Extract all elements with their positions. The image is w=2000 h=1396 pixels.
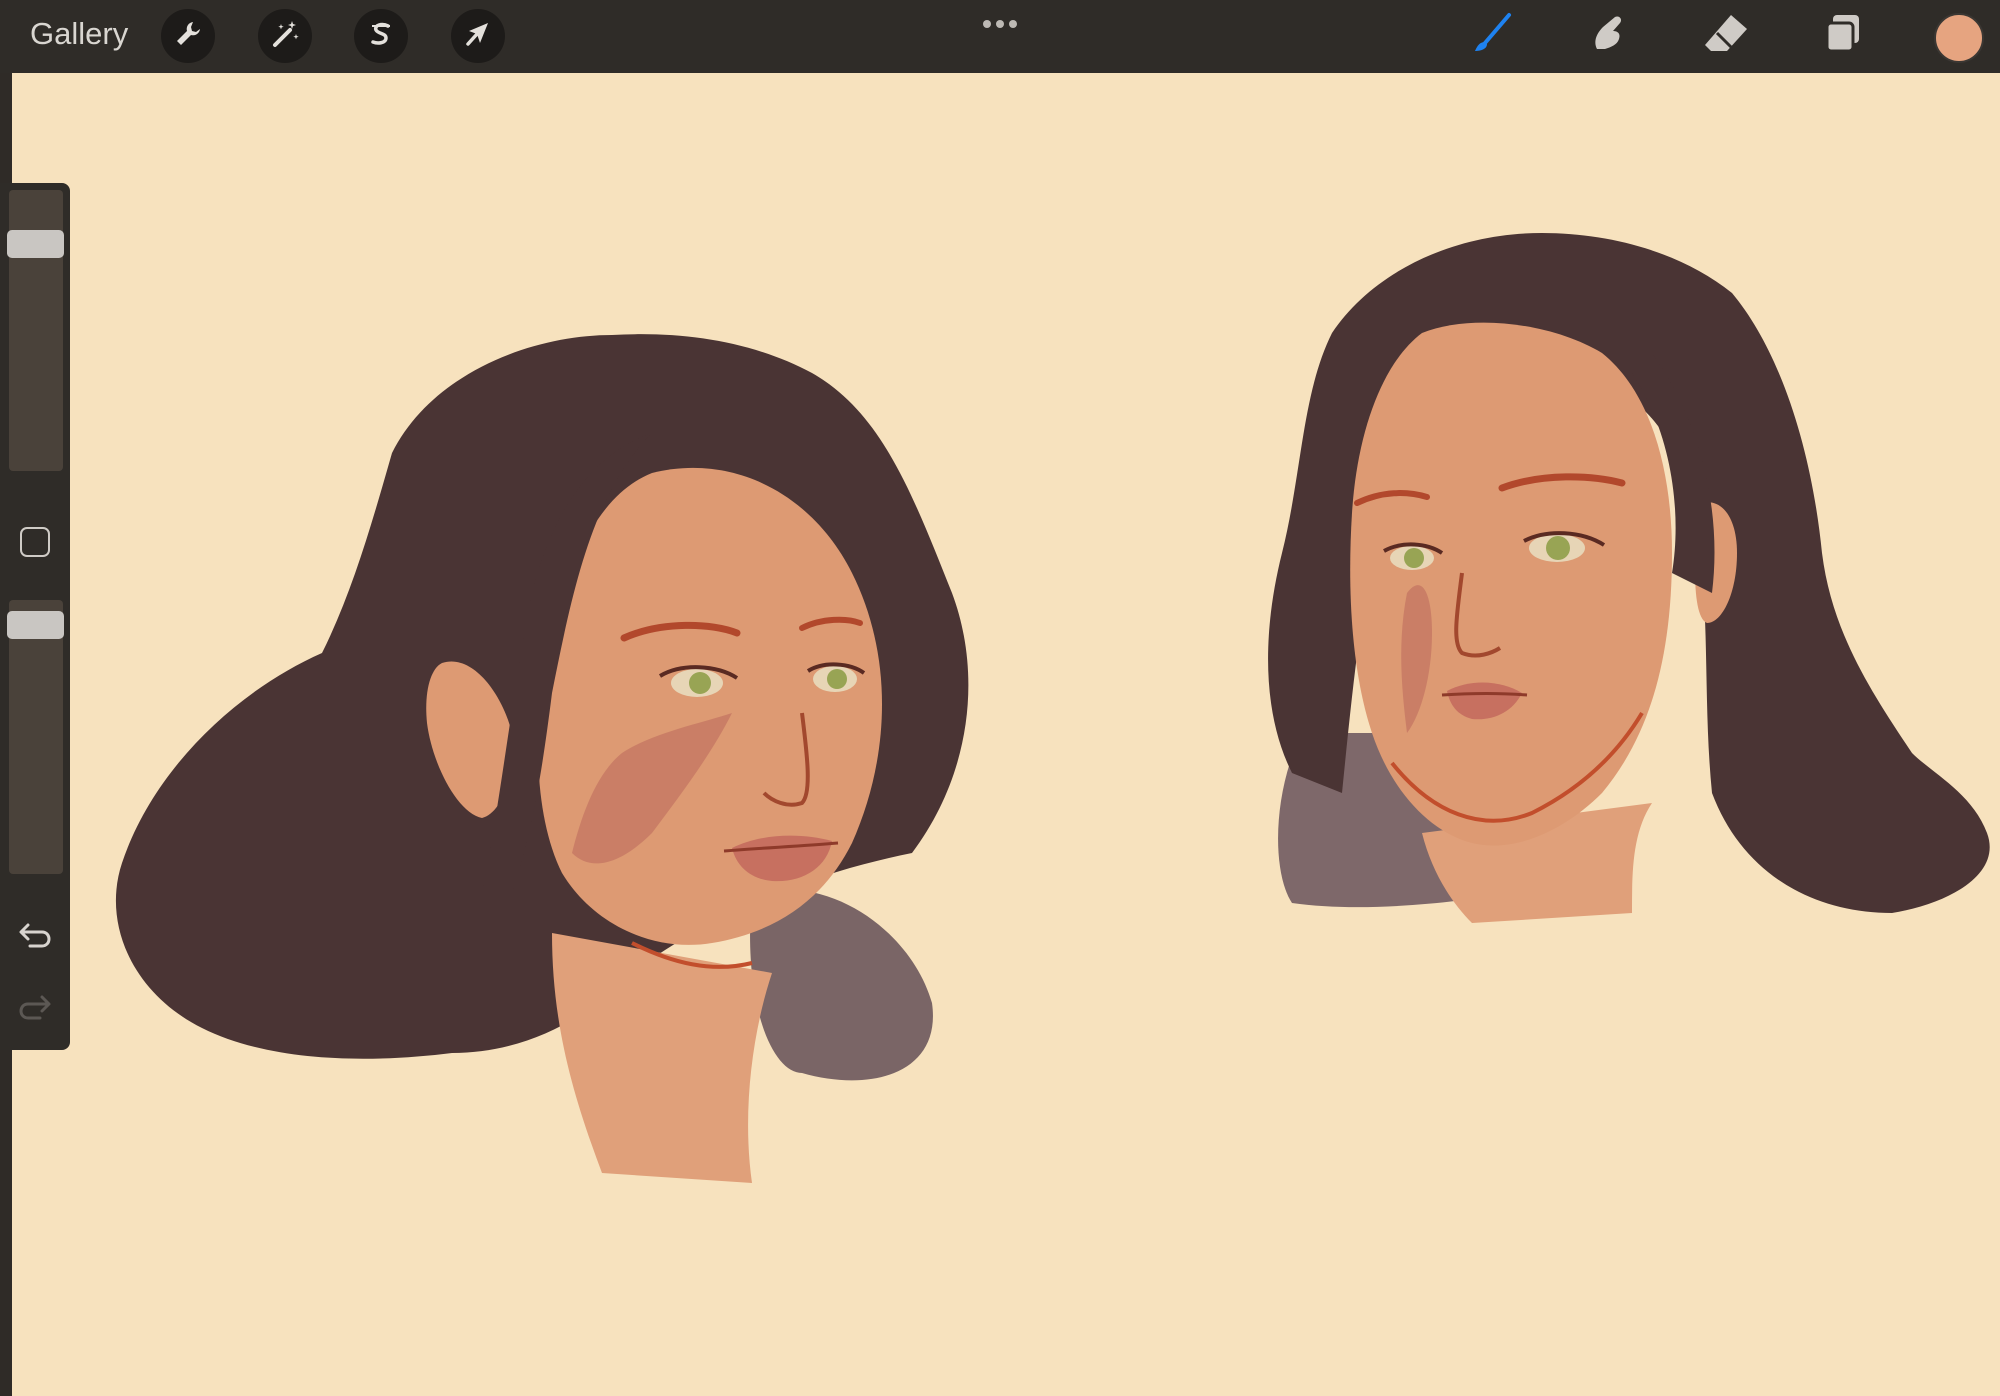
color-picker-swatch[interactable] (1934, 13, 1984, 63)
wrench-icon (171, 17, 205, 56)
more-options-icon[interactable] (982, 16, 1018, 28)
smudge-button[interactable] (1582, 10, 1634, 62)
right-portrait (1268, 233, 1990, 923)
square-modify-icon[interactable] (20, 527, 50, 557)
selection-s-icon (364, 17, 398, 56)
magic-wand-icon (268, 17, 302, 56)
actions-button[interactable] (161, 9, 215, 63)
brush-icon (1465, 9, 1515, 64)
brush-size-thumb[interactable] (7, 230, 64, 258)
arrow-cursor-icon (461, 17, 495, 56)
opacity-thumb[interactable] (7, 611, 64, 639)
eraser-icon (1701, 9, 1751, 64)
left-portrait (115, 334, 969, 1183)
undo-icon[interactable] (16, 915, 54, 953)
top-toolbar: Gallery (0, 0, 2000, 73)
brush-button[interactable] (1464, 10, 1516, 62)
adjustments-button[interactable] (258, 9, 312, 63)
layers-button[interactable] (1818, 10, 1870, 62)
transform-button[interactable] (451, 9, 505, 63)
brush-sidebar (0, 183, 70, 1050)
layers-icon (1819, 9, 1869, 64)
smudge-finger-icon (1583, 9, 1633, 64)
drawing-canvas[interactable] (12, 73, 2000, 1396)
redo-icon[interactable] (16, 987, 54, 1025)
opacity-slider[interactable] (9, 600, 63, 874)
gallery-button[interactable]: Gallery (30, 16, 128, 52)
selection-button[interactable] (354, 9, 408, 63)
eraser-button[interactable] (1700, 10, 1752, 62)
artwork (115, 233, 1990, 1183)
